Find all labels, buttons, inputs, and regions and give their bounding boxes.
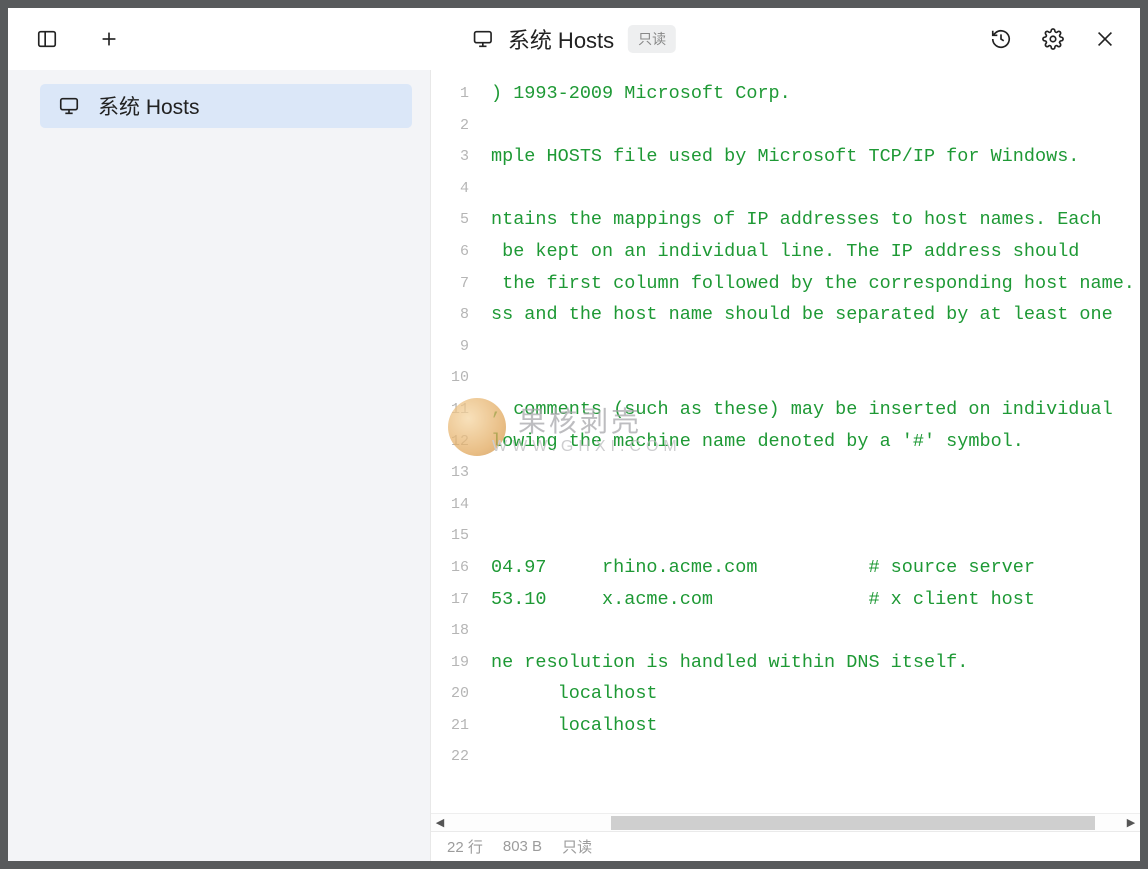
line-text bbox=[479, 331, 491, 363]
readonly-badge: 只读 bbox=[628, 25, 676, 53]
line-text: 53.10 x.acme.com # x client host bbox=[479, 584, 1035, 616]
line-number: 16 bbox=[431, 552, 479, 584]
sidebar-item-label: 系统 Hosts bbox=[98, 91, 200, 121]
line-number: 20 bbox=[431, 678, 479, 710]
line-number: 21 bbox=[431, 710, 479, 742]
line-text bbox=[479, 173, 491, 205]
line-text: localhost bbox=[479, 710, 658, 742]
code-line: 18 bbox=[431, 615, 1140, 647]
code-line: 2 bbox=[431, 110, 1140, 142]
line-text: ntains the mappings of IP addresses to h… bbox=[479, 204, 1102, 236]
horizontal-scrollbar[interactable]: ◀ ▶ bbox=[431, 813, 1140, 831]
monitor-icon bbox=[58, 95, 80, 117]
line-text bbox=[479, 110, 491, 142]
line-number: 5 bbox=[431, 204, 479, 236]
code-line: 9 bbox=[431, 331, 1140, 363]
line-number: 7 bbox=[431, 268, 479, 300]
status-bar: 22 行 803 B 只读 bbox=[431, 831, 1140, 861]
scroll-left-icon[interactable]: ◀ bbox=[431, 814, 449, 831]
line-text bbox=[479, 457, 491, 489]
line-number: 13 bbox=[431, 457, 479, 489]
code-line: 5ntains the mappings of IP addresses to … bbox=[431, 204, 1140, 236]
code-line: 1604.97 rhino.acme.com # source server bbox=[431, 552, 1140, 584]
panel-toggle-icon[interactable] bbox=[36, 28, 58, 50]
line-number: 17 bbox=[431, 584, 479, 616]
line-text: be kept on an individual line. The IP ad… bbox=[479, 236, 1079, 268]
code-line: 22 bbox=[431, 741, 1140, 773]
status-mode: 只读 bbox=[562, 836, 592, 857]
code-line: 15 bbox=[431, 520, 1140, 552]
sidebar: 系统 Hosts bbox=[8, 70, 430, 861]
line-text: ne resolution is handled within DNS itse… bbox=[479, 647, 968, 679]
line-text: mple HOSTS file used by Microsoft TCP/IP… bbox=[479, 141, 1079, 173]
monitor-icon bbox=[472, 28, 494, 50]
scroll-track[interactable] bbox=[449, 815, 1122, 831]
line-text bbox=[479, 741, 491, 773]
history-icon[interactable] bbox=[990, 28, 1012, 50]
code-line: 1) 1993-2009 Microsoft Corp. bbox=[431, 78, 1140, 110]
code-line: 1753.10 x.acme.com # x client host bbox=[431, 584, 1140, 616]
line-number: 2 bbox=[431, 110, 479, 142]
line-text: the first column followed by the corresp… bbox=[479, 268, 1135, 300]
code-area[interactable]: 1) 1993-2009 Microsoft Corp.23mple HOSTS… bbox=[431, 70, 1140, 813]
line-text: localhost bbox=[479, 678, 658, 710]
line-text bbox=[479, 520, 491, 552]
code-line: 4 bbox=[431, 173, 1140, 205]
body-split: 系统 Hosts 1) 1993-2009 Microsoft Corp.23m… bbox=[8, 70, 1140, 861]
line-text: lowing the machine name denoted by a '#'… bbox=[479, 426, 1024, 458]
line-number: 19 bbox=[431, 647, 479, 679]
line-number: 11 bbox=[431, 394, 479, 426]
line-number: 8 bbox=[431, 299, 479, 331]
status-size: 803 B bbox=[503, 838, 542, 855]
line-number: 18 bbox=[431, 615, 479, 647]
toolbar-left bbox=[26, 28, 120, 50]
code-line: 10 bbox=[431, 362, 1140, 394]
toolbar-right bbox=[990, 28, 1122, 50]
code-line: 13 bbox=[431, 457, 1140, 489]
gear-icon[interactable] bbox=[1042, 28, 1064, 50]
code-line: 19ne resolution is handled within DNS it… bbox=[431, 647, 1140, 679]
line-number: 9 bbox=[431, 331, 479, 363]
line-number: 3 bbox=[431, 141, 479, 173]
code-line: 6 be kept on an individual line. The IP … bbox=[431, 236, 1140, 268]
app-window: 系统 Hosts 只读 系统 Hosts bbox=[8, 8, 1140, 861]
code-line: 3mple HOSTS file used by Microsoft TCP/I… bbox=[431, 141, 1140, 173]
scroll-right-icon[interactable]: ▶ bbox=[1122, 814, 1140, 831]
code-line: 12lowing the machine name denoted by a '… bbox=[431, 426, 1140, 458]
line-number: 12 bbox=[431, 426, 479, 458]
line-text: ss and the host name should be separated… bbox=[479, 299, 1113, 331]
sidebar-item-system-hosts[interactable]: 系统 Hosts bbox=[40, 84, 412, 128]
add-icon[interactable] bbox=[98, 28, 120, 50]
line-text: , comments (such as these) may be insert… bbox=[479, 394, 1113, 426]
line-text bbox=[479, 362, 491, 394]
line-text bbox=[479, 615, 491, 647]
line-number: 6 bbox=[431, 236, 479, 268]
window-title-group: 系统 Hosts 只读 bbox=[472, 23, 676, 55]
line-number: 15 bbox=[431, 520, 479, 552]
line-number: 10 bbox=[431, 362, 479, 394]
status-lines: 22 行 bbox=[447, 836, 483, 857]
close-icon[interactable] bbox=[1094, 28, 1116, 50]
line-text: 04.97 rhino.acme.com # source server bbox=[479, 552, 1035, 584]
window-title: 系统 Hosts bbox=[508, 23, 614, 55]
code-line: 8ss and the host name should be separate… bbox=[431, 299, 1140, 331]
toolbar: 系统 Hosts 只读 bbox=[8, 8, 1140, 70]
line-number: 14 bbox=[431, 489, 479, 521]
code-line: 21 localhost bbox=[431, 710, 1140, 742]
line-text: ) 1993-2009 Microsoft Corp. bbox=[479, 78, 791, 110]
line-number: 1 bbox=[431, 78, 479, 110]
scroll-thumb[interactable] bbox=[611, 816, 1096, 830]
code-line: 7 the first column followed by the corre… bbox=[431, 268, 1140, 300]
line-number: 4 bbox=[431, 173, 479, 205]
editor-pane: 1) 1993-2009 Microsoft Corp.23mple HOSTS… bbox=[430, 70, 1140, 861]
code-line: 14 bbox=[431, 489, 1140, 521]
line-text bbox=[479, 489, 491, 521]
line-number: 22 bbox=[431, 741, 479, 773]
code-line: 11, comments (such as these) may be inse… bbox=[431, 394, 1140, 426]
code-line: 20 localhost bbox=[431, 678, 1140, 710]
